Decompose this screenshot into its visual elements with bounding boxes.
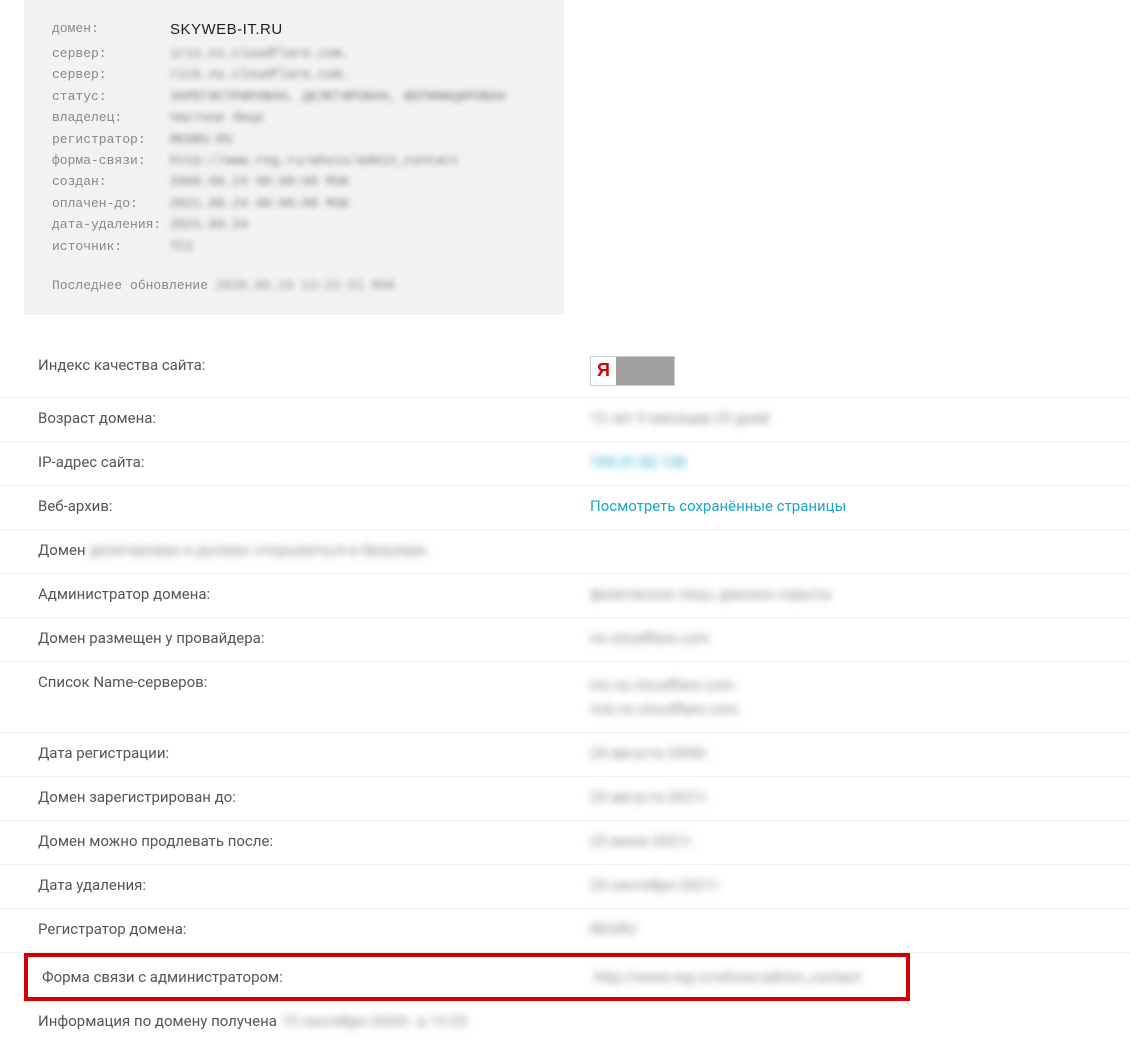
value-provider: ns.cloudflare.com [590,629,710,647]
whois-value-server2: rick.ns.cloudflare.com. [170,64,349,85]
value-admin: физическое лицо, данные скрыты [590,585,832,603]
row-domain-age: Возраст домена: 12 лет 0 месяцев 25 дней [0,398,1130,442]
row-webarchive: Веб-архив: Посмотреть сохранённые страни… [0,486,1130,530]
label-ns: Список Name-серверов: [38,673,590,691]
whois-label-server1: сервер: [52,43,170,64]
whois-raw-block: домен: SKYWEB-IT.RU сервер: iris.ns.clou… [24,0,564,315]
prefix-obtained: Информация по домену получена [38,1012,277,1030]
yandex-badge: Я [590,356,675,386]
whois-value-paidtill: 2021.08.24 00:00:00 MSK [170,193,349,214]
value-domain-delegated: делегирован и должен открываться в брауз… [89,541,429,559]
label-webarchive: Веб-архив: [38,497,590,515]
whois-label-server2: сервер: [52,64,170,85]
label-regdate: Дата регистрации: [38,744,590,762]
domain-info-table: Индекс качества сайта: Я Возраст домена:… [0,345,1130,1045]
ns-item-2: rick.ns.cloudflare.com. [590,697,742,721]
row-deletedate: Дата удаления: 24 сентября 2021г. [0,865,1130,909]
whois-lastupdate-label: Последнее обновление [52,278,208,293]
value-obtained: 15 сентября 2020г. в 12:25 [281,1012,467,1030]
whois-value-status: ЗАРЕГИСТРИРОВАН, ДЕЛЕГИРОВАН, ВЕРИФИЦИРО… [170,86,505,107]
value-regdate: 24 августа 2008г. [590,744,711,762]
whois-value-contactform: http://www.reg.ru/whois/admin_contact [170,150,459,171]
whois-value-owner: Частное Лицо [170,107,264,128]
yandex-bar [616,357,674,385]
value-quality: Я [590,356,675,386]
value-contactform: http://www.reg.ru/whois/admin_contact [594,968,861,986]
whois-label-source: источник: [52,236,170,257]
yandex-icon: Я [591,357,616,385]
whois-label-deletedate: дата-удаления: [52,214,170,235]
whois-value-deletedate: 2021.09.24 [170,214,248,235]
ns-item-1: iris.ns.cloudflare.com. [590,673,742,697]
value-age: 12 лет 0 месяцев 25 дней [590,409,769,427]
whois-label-owner: владелец: [52,107,170,128]
label-contactform: Форма связи с администратором: [42,968,594,986]
text-domain-delegated: Домен делегирован и должен открываться в… [38,541,430,559]
prefix-domain: Домен [38,541,86,559]
whois-label-contactform: форма-связи: [52,150,170,171]
row-provider: Домен размещен у провайдера: ns.cloudfla… [0,618,1130,662]
link-webarchive[interactable]: Посмотреть сохранённые страницы [590,497,846,515]
row-contact-form-highlighted: Форма связи с администратором: http://ww… [24,953,910,1001]
label-age: Возраст домена: [38,409,590,427]
label-renew: Домен можно продлевать после: [38,832,590,850]
whois-value-source: TCI [170,236,193,257]
row-domain-delegated: Домен делегирован и должен открываться в… [0,530,1130,574]
value-registrar: REGRU [590,920,637,938]
whois-value-created: 2008.08.24 00:00:00 MSK [170,171,349,192]
row-quality-index: Индекс качества сайта: Я [0,345,1130,398]
value-regtill: 24 августа 2021г. [590,788,711,806]
value-deletedate: 24 сентября 2021г. [590,876,723,894]
row-regtill: Домен зарегистрирован до: 24 августа 202… [0,777,1130,821]
whois-label-registrar: регистратор: [52,129,170,150]
row-renew: Домен можно продлевать после: 25 июня 20… [0,821,1130,865]
label-ip: IP-адрес сайта: [38,453,590,471]
label-registrar: Регистратор домена: [38,920,590,938]
whois-lastupdate-value: 2020.09.15 12:21:51 MSK [216,278,395,293]
whois-label-paidtill: оплачен-до: [52,193,170,214]
value-renew: 25 июня 2021г. [590,832,696,850]
value-ip[interactable]: 104.31.82.136 [590,453,686,471]
label-admin: Администратор домена: [38,585,590,603]
whois-label-created: создан: [52,171,170,192]
whois-label-domain: домен: [52,18,170,43]
label-regtill: Домен зарегистрирован до: [38,788,590,806]
label-deletedate: Дата удаления: [38,876,590,894]
whois-value-domain: SKYWEB-IT.RU [170,18,283,43]
whois-label-status: статус: [52,86,170,107]
row-nameservers: Список Name-серверов: iris.ns.cloudflare… [0,662,1130,733]
label-quality: Индекс качества сайта: [38,356,590,374]
text-info-obtained: Информация по домену получена 15 сентябр… [38,1012,467,1030]
row-regdate: Дата регистрации: 24 августа 2008г. [0,733,1130,777]
label-provider: Домен размещен у провайдера: [38,629,590,647]
row-registrar: Регистратор домена: REGRU [0,909,1130,953]
row-ip-address: IP-адрес сайта: 104.31.82.136 [0,442,1130,486]
whois-value-server1: iris.ns.cloudflare.com. [170,43,349,64]
value-ns: iris.ns.cloudflare.com. rick.ns.cloudfla… [590,673,742,721]
whois-value-registrar: REGRU-RU [170,129,232,150]
row-admin: Администратор домена: физическое лицо, д… [0,574,1130,618]
